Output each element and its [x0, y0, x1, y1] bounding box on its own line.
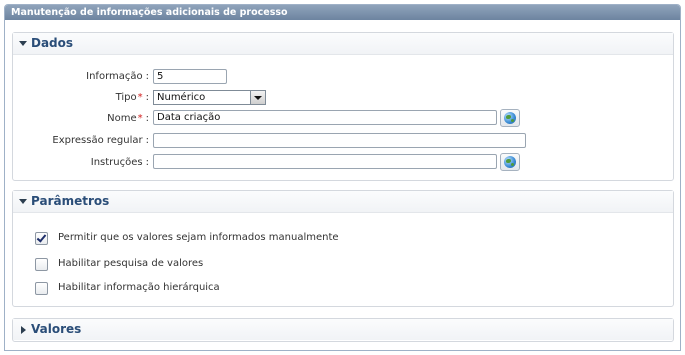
valores-section: Valores — [12, 318, 674, 342]
dados-section: Dados Informação: Tipo*: Numérico Nome*:… — [12, 32, 674, 181]
nome-label: Nome*: — [107, 113, 149, 124]
manual-values-label: Permitir que os valores sejam informados… — [58, 232, 339, 243]
process-info-window: Manutenção de informações adicionais de … — [4, 4, 681, 351]
required-marker: * — [137, 113, 143, 124]
required-marker: * — [137, 92, 143, 103]
informacao-input[interactable] — [153, 69, 227, 84]
nome-input[interactable] — [153, 110, 497, 125]
expressao-label: Expressão regular: — [52, 135, 149, 146]
expressao-regular-input[interactable] — [153, 133, 526, 148]
chevron-right-icon — [21, 326, 26, 334]
valores-section-header[interactable]: Valores — [13, 319, 673, 340]
chevron-down-icon — [19, 199, 27, 204]
window-title: Manutenção de informações adicionais de … — [5, 5, 680, 20]
instrucoes-label: Instruções: — [90, 157, 149, 168]
dados-section-header[interactable]: Dados — [13, 33, 673, 55]
tipo-label: Tipo*: — [115, 92, 149, 103]
hierarchical-checkbox[interactable] — [35, 282, 48, 295]
search-values-label: Habilitar pesquisa de valores — [58, 258, 204, 269]
chevron-down-icon — [19, 41, 27, 46]
instrucoes-translate-button[interactable] — [500, 153, 520, 171]
parametros-section-header[interactable]: Parâmetros — [13, 191, 673, 213]
search-values-checkbox[interactable] — [35, 258, 48, 271]
valores-section-title: Valores — [31, 322, 82, 336]
parametros-section: Parâmetros Permitir que os valores sejam… — [12, 190, 674, 307]
parametros-section-title: Parâmetros — [31, 194, 110, 208]
manual-values-checkbox[interactable] — [35, 232, 48, 245]
globe-icon — [504, 156, 516, 168]
tipo-selected-value: Numérico — [157, 92, 206, 103]
hierarchical-label: Habilitar informação hierárquica — [58, 282, 220, 293]
nome-translate-button[interactable] — [500, 109, 520, 127]
informacao-label: Informação: — [86, 71, 149, 82]
dados-section-title: Dados — [31, 36, 74, 50]
instrucoes-input[interactable] — [153, 154, 497, 169]
tipo-select[interactable]: Numérico — [153, 90, 266, 105]
chevron-down-icon[interactable] — [250, 91, 265, 104]
globe-icon — [504, 112, 516, 124]
